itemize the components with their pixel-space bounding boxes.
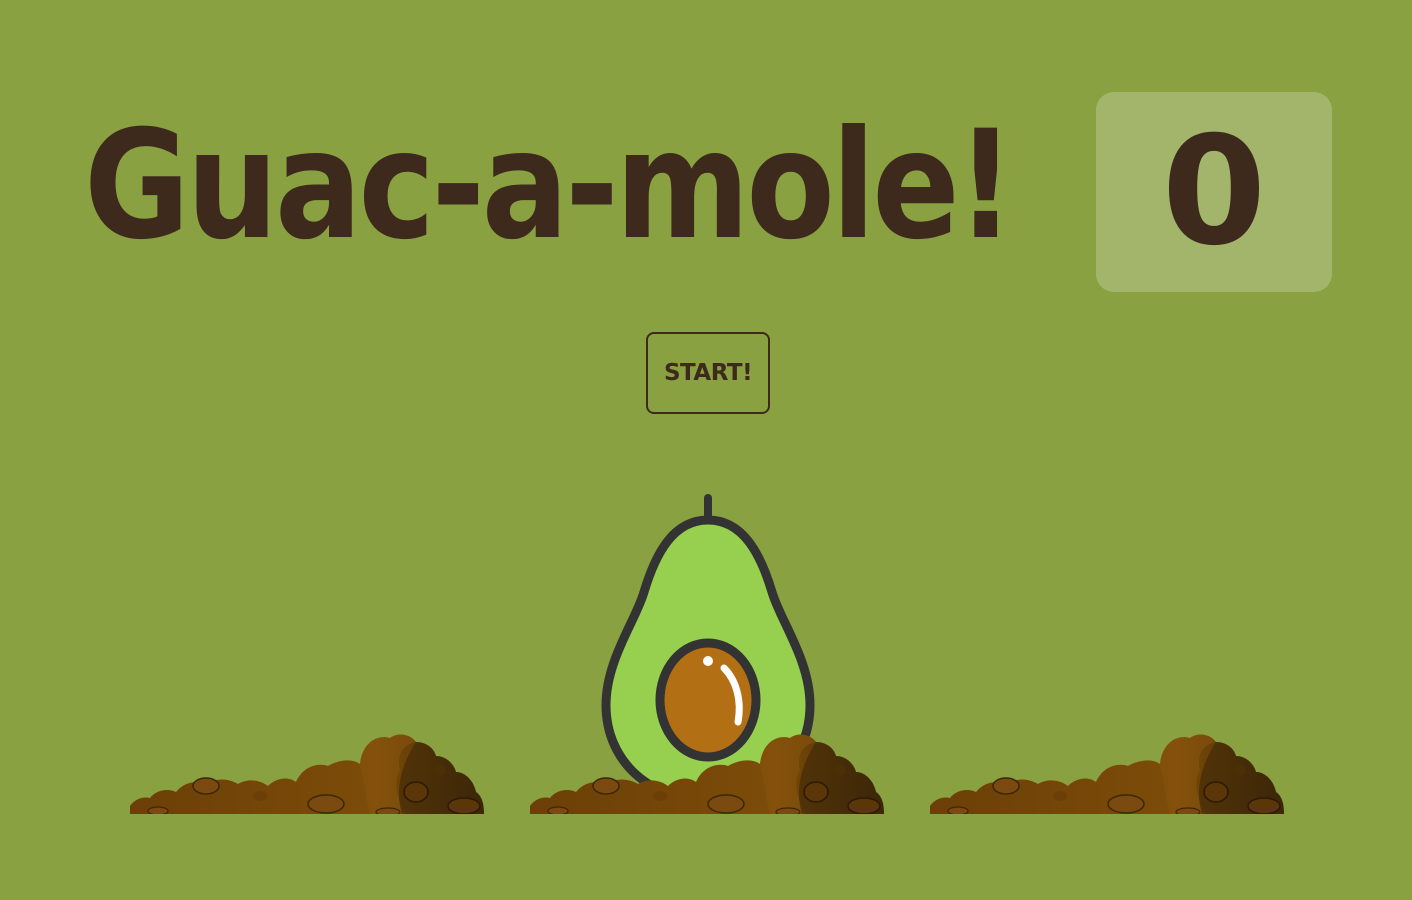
game-title: Guac-a-mole!: [84, 99, 1015, 273]
game-screen: Guac-a-mole! 0 START!: [0, 0, 1412, 900]
score-panel: 0: [1096, 92, 1332, 292]
hole-3[interactable]: [929, 733, 1285, 816]
hole-2[interactable]: [529, 494, 885, 816]
play-field: [129, 494, 1285, 816]
score-value: 0: [1161, 105, 1267, 279]
dirt-mound-icon: [129, 733, 485, 814]
start-button[interactable]: START!: [646, 332, 770, 414]
dirt-mound-icon: [929, 733, 1285, 814]
hole-1[interactable]: [129, 733, 485, 816]
pit-highlight-icon: [703, 656, 713, 666]
